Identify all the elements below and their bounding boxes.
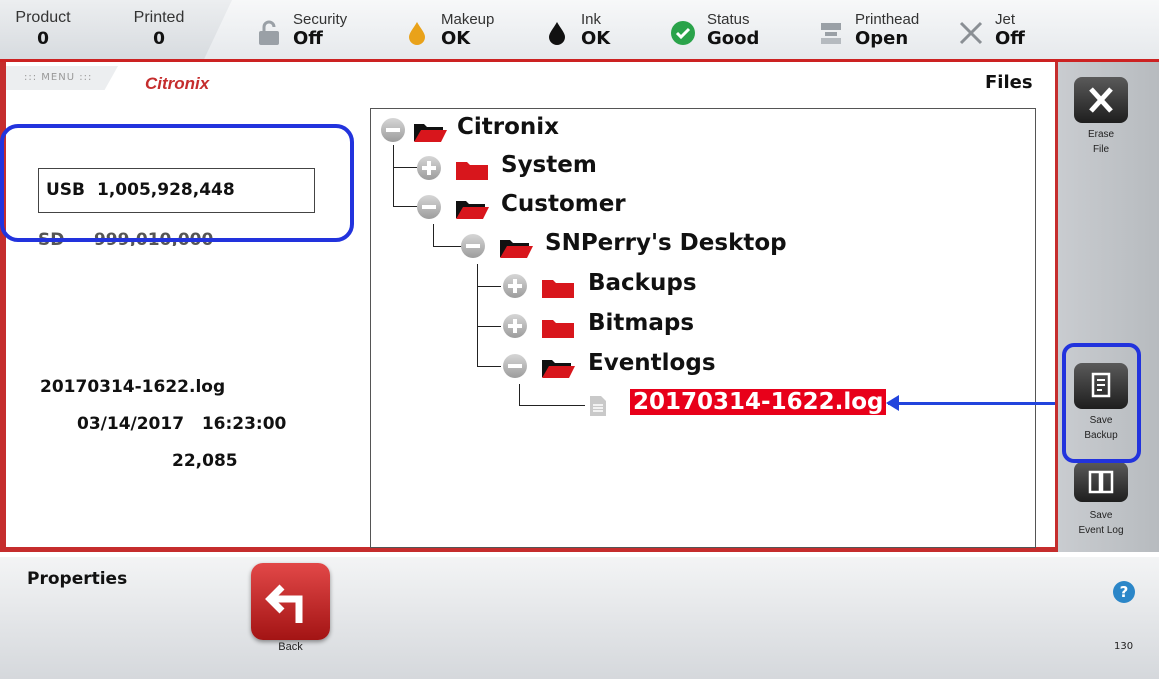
printhead-icon (821, 23, 841, 44)
tree-node-system[interactable]: System (371, 150, 771, 186)
tree-node-label: Eventlogs (588, 350, 716, 376)
unlock-icon (259, 20, 279, 45)
tree-node-label: Bitmaps (588, 310, 695, 336)
save-event-log-label: Save Event Log (1078, 510, 1124, 536)
collapse-toggle[interactable] (461, 234, 485, 258)
check-circle-icon (671, 21, 695, 45)
tree-node-citronix[interactable]: Citronix (371, 112, 771, 148)
printhead-label: Printhead (855, 11, 920, 28)
security-label: Security (293, 11, 348, 28)
erase-file-label: Erase File (1087, 129, 1115, 155)
jet-value: Off (995, 28, 1025, 49)
tree-node-label: Customer (501, 191, 626, 217)
back-button-label: Back (278, 641, 303, 653)
security-value: Off (293, 28, 323, 49)
tree-node-label: Backups (588, 270, 697, 296)
erase-file-button[interactable] (1074, 77, 1128, 123)
file-name: 20170314-1622.log (40, 377, 226, 397)
back-button[interactable] (251, 563, 330, 640)
file-timestamp: 03/14/2017 16:23:00 (77, 414, 286, 434)
printed-counter: Printed 0 (124, 9, 194, 49)
annotation-arrow (886, 395, 1066, 411)
save-event-log-button[interactable] (1074, 462, 1128, 502)
properties-heading: Properties (27, 569, 128, 589)
collapse-toggle[interactable] (381, 118, 405, 142)
screen-code: 130 (1114, 641, 1134, 652)
jet-status[interactable]: Jet Off (958, 11, 1038, 53)
printed-counter-value: 0 (153, 29, 165, 49)
usb-highlight-annotation (0, 124, 354, 242)
product-counter-label: Product (15, 9, 71, 26)
ink-label: Ink (581, 11, 602, 28)
tree-node-bitmaps[interactable]: Bitmaps (371, 308, 771, 344)
menu-tab[interactable]: ::: MENU ::: (6, 66, 118, 90)
close-icon (1089, 87, 1113, 113)
folder-icon (542, 280, 574, 298)
makeup-label: Makeup (441, 11, 495, 28)
file-time: 16:23:00 (201, 414, 287, 434)
back-arrow-icon (265, 584, 303, 623)
jet-off-icon (959, 21, 983, 45)
tree-node-label: SNPerry's Desktop (545, 230, 787, 256)
help-icon[interactable]: ? (1113, 581, 1135, 603)
makeup-drop-icon (409, 22, 425, 45)
product-counter: Product 0 (8, 9, 78, 49)
printhead-status[interactable]: Printhead Open (818, 11, 944, 53)
open-folder-icon (414, 124, 447, 142)
brand-logo: Citronix (145, 74, 210, 93)
file-date: 03/14/2017 (77, 414, 185, 434)
ink-value: OK (581, 28, 611, 49)
tree-node-log-file[interactable]: 20170314-1622.log (371, 387, 891, 423)
ink-status[interactable]: Ink OK (544, 11, 634, 53)
open-folder-icon (500, 240, 533, 258)
jet-label: Jet (995, 11, 1016, 28)
makeup-value: OK (441, 28, 471, 49)
security-status[interactable]: Security Off (256, 11, 376, 53)
tree-node-backups[interactable]: Backups (371, 268, 771, 304)
open-folder-icon (456, 201, 489, 219)
selected-file-label: 20170314-1622.log (630, 389, 887, 415)
status-bar: Product 0 Printed 0 Security Off Makeup … (0, 0, 1159, 62)
makeup-status[interactable]: Makeup OK (404, 11, 514, 53)
printed-counter-label: Printed (133, 9, 185, 26)
printhead-value: Open (855, 28, 909, 49)
page-title: Files (985, 72, 1033, 93)
bottom-bar (0, 557, 1159, 679)
expand-toggle[interactable] (417, 156, 441, 180)
product-counter-value: 0 (37, 29, 49, 49)
tree-node-snperrys-desktop[interactable]: SNPerry's Desktop (371, 228, 851, 264)
system-status[interactable]: Status Good (670, 11, 780, 53)
expand-toggle[interactable] (503, 314, 527, 338)
menu-label: MENU (41, 72, 76, 83)
ink-drop-icon (549, 22, 565, 45)
tree-node-customer[interactable]: Customer (371, 189, 771, 225)
file-icon (590, 396, 606, 416)
folder-icon (542, 320, 574, 338)
open-folder-icon (542, 360, 575, 378)
expand-toggle[interactable] (503, 274, 527, 298)
collapse-toggle[interactable] (417, 195, 441, 219)
book-icon (1088, 470, 1114, 494)
tree-node-label: System (501, 152, 597, 178)
save-backup-highlight-annotation (1062, 343, 1141, 463)
file-tree[interactable]: Citronix System Customer SNPerry's Deskt… (370, 108, 1036, 548)
status-label: Status (707, 11, 750, 28)
status-value: Good (707, 28, 760, 49)
file-size: 22,085 (172, 451, 238, 471)
folder-icon (456, 162, 488, 180)
collapse-toggle[interactable] (503, 354, 527, 378)
tree-node-eventlogs[interactable]: Eventlogs (371, 348, 771, 384)
tree-node-label: Citronix (457, 114, 559, 140)
